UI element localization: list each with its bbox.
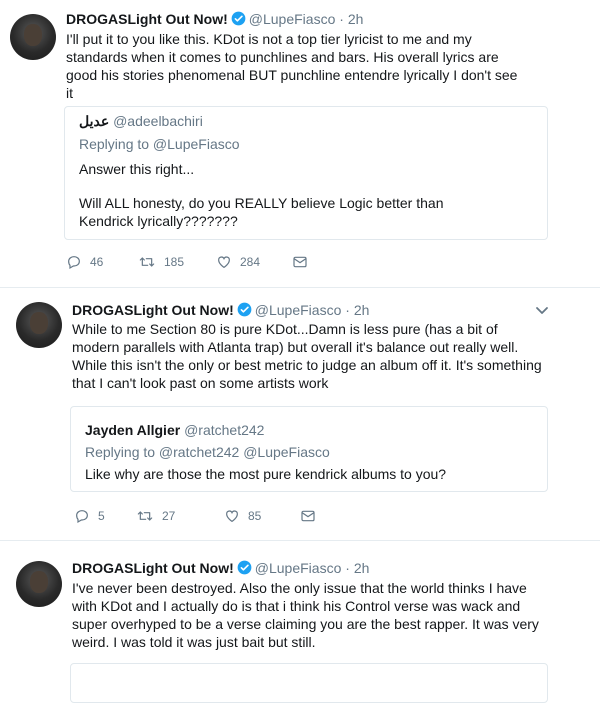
retweet-count: 185	[164, 255, 185, 269]
quoted-tweet[interactable]	[70, 663, 548, 703]
quote-author-handle: @ratchet242	[184, 422, 265, 438]
verified-badge-icon	[231, 11, 246, 26]
tweet-actions: 5 27 85	[74, 508, 334, 524]
retweet-button[interactable]: 185	[138, 254, 184, 270]
tweet-text: While to me Section 80 is pure KDot...Da…	[72, 321, 542, 391]
chevron-down-icon[interactable]	[535, 306, 549, 316]
retweet-count: 27	[162, 509, 176, 523]
quote-text-line: Answer this right...	[79, 161, 195, 177]
display-name[interactable]: DROGASLight Out Now!	[66, 11, 228, 27]
reply-count: 46	[90, 255, 104, 269]
handle[interactable]: @LupeFiasco	[249, 11, 336, 27]
quote-author-handle: @adeelbachiri	[113, 113, 203, 129]
display-name[interactable]: DROGASLight Out Now!	[72, 302, 234, 318]
quote-text-line: Like why are those the most pure kendric…	[85, 466, 447, 482]
dm-icon	[301, 510, 315, 522]
tweet-header: DROGASLight Out Now! @LupeFiasco · 2h	[72, 559, 369, 577]
reply-button[interactable]: 5	[74, 508, 105, 524]
like-button[interactable]: 85	[224, 508, 261, 524]
quote-text-body: Will ALL honesty, do you REALLY believe …	[79, 195, 444, 229]
verified-badge-icon	[237, 560, 252, 575]
avatar[interactable]	[10, 14, 56, 60]
replying-to: Replying to @ratchet242 @LupeFiasco	[85, 444, 330, 460]
quote-author-name: Jayden Allgier	[85, 422, 181, 438]
reply-icon	[68, 256, 80, 270]
replying-to: Replying to @LupeFiasco	[79, 136, 240, 152]
like-icon	[218, 256, 230, 269]
verified-badge-icon	[237, 302, 252, 317]
timestamp[interactable]: 2h	[354, 302, 370, 318]
like-button[interactable]: 284	[216, 254, 260, 270]
dot-separator: ·	[341, 560, 354, 576]
avatar[interactable]	[16, 561, 62, 607]
retweet-icon	[139, 257, 155, 267]
tweet-text: I'll put it to you like this. KDot is no…	[66, 31, 518, 101]
timestamp[interactable]: 2h	[354, 560, 370, 576]
tweet-text: I've never been destroyed. Also the only…	[72, 580, 539, 650]
quoted-tweet[interactable]: عديل @adeelbachiri Replying to @LupeFias…	[64, 106, 548, 240]
quote-author-name: عديل	[79, 113, 110, 129]
dot-separator: ·	[341, 302, 354, 318]
timestamp[interactable]: 2h	[348, 11, 364, 27]
tweet-header: DROGASLight Out Now! @LupeFiasco · 2h	[66, 10, 363, 28]
tweet-actions: 46 185 284	[66, 254, 326, 270]
tweet-1[interactable]: DROGASLight Out Now! @LupeFiasco · 2h I'l…	[0, 0, 600, 285]
dm-icon	[293, 256, 307, 268]
like-count: 284	[240, 255, 261, 269]
quote-header: عديل @adeelbachiri	[79, 112, 203, 130]
retweet-button[interactable]: 27	[136, 508, 175, 524]
tweet-header: DROGASLight Out Now! @LupeFiasco · 2h	[72, 301, 369, 319]
dot-separator: ·	[335, 11, 348, 27]
reply-count: 5	[98, 509, 105, 523]
tweet-3[interactable]: DROGASLight Out Now! @LupeFiasco · 2h I'v…	[0, 541, 600, 703]
avatar[interactable]	[16, 302, 62, 348]
display-name[interactable]: DROGASLight Out Now!	[72, 560, 234, 576]
tweet-2[interactable]: DROGASLight Out Now! @LupeFiasco · 2h Whi…	[0, 288, 600, 537]
quote-header: Jayden Allgier @ratchet242	[85, 421, 264, 439]
retweet-icon	[137, 511, 153, 521]
quoted-tweet[interactable]: Jayden Allgier @ratchet242 Replying to @…	[70, 406, 548, 492]
like-icon	[226, 510, 238, 523]
handle[interactable]: @LupeFiasco	[255, 560, 342, 576]
like-count: 85	[248, 509, 262, 523]
dm-button[interactable]	[300, 508, 324, 524]
dm-button[interactable]	[292, 254, 316, 270]
reply-button[interactable]: 46	[66, 254, 103, 270]
handle[interactable]: @LupeFiasco	[255, 302, 342, 318]
reply-icon	[76, 510, 88, 524]
